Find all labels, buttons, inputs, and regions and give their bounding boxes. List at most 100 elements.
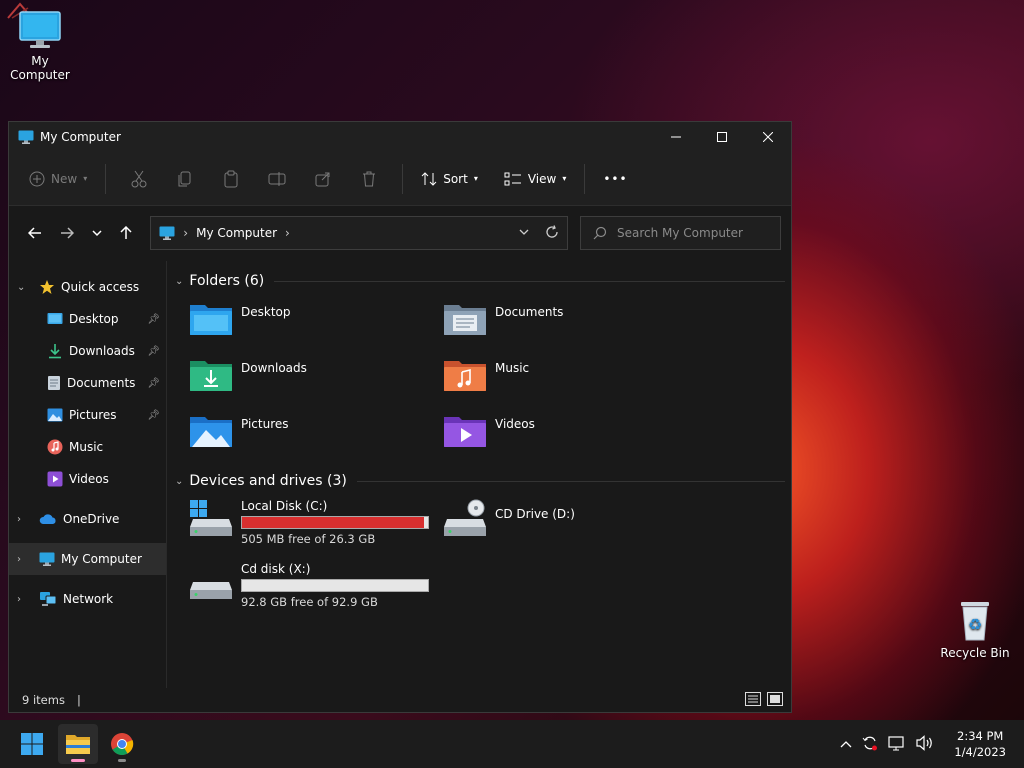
sync-status-button[interactable] (862, 735, 878, 754)
back-button[interactable] (19, 226, 51, 240)
chevron-down-icon[interactable]: ⌄ (175, 276, 183, 287)
breadcrumb-separator-icon[interactable]: › (183, 226, 188, 240)
more-options-button[interactable]: ••• (595, 162, 635, 196)
pin-icon[interactable]: 📌︎ (147, 314, 160, 325)
folder-desktop[interactable]: Desktop (189, 301, 443, 347)
title-bar[interactable]: My Computer (9, 122, 791, 152)
sidebar-item-onedrive[interactable]: › OneDrive (9, 503, 166, 535)
address-bar[interactable]: › My Computer › (150, 216, 568, 250)
folder-documents[interactable]: Documents (443, 301, 697, 347)
sidebar-item-label: Pictures (69, 408, 117, 422)
drives-group-header[interactable]: ⌄ Devices and drives (3) (175, 469, 785, 493)
paste-button[interactable] (208, 170, 254, 188)
group-divider (356, 480, 785, 482)
desktop-icon-recycle-bin[interactable]: ♻ Recycle Bin (935, 598, 1015, 660)
close-button[interactable] (745, 122, 791, 152)
up-button[interactable] (110, 226, 142, 240)
chevron-down-icon: ▾ (562, 174, 567, 183)
sidebar-item-downloads[interactable]: Downloads 📌︎ (9, 335, 166, 367)
drive-label: CD Drive (D:) (495, 507, 575, 521)
trash-icon (363, 171, 376, 186)
new-button[interactable]: New ▾ (21, 162, 95, 196)
sidebar-item-music[interactable]: Music (9, 431, 166, 463)
sidebar-item-label: Network (63, 592, 114, 606)
details-view-button[interactable] (745, 691, 761, 709)
refresh-icon[interactable] (545, 224, 559, 242)
folders-group-header[interactable]: ⌄ Folders (6) (175, 269, 785, 293)
sidebar-item-label: OneDrive (63, 512, 120, 526)
folder-label: Videos (495, 417, 535, 431)
drive-cd-d[interactable]: CD Drive (D:) (443, 499, 697, 546)
drive-free-space: 505 MB free of 26.3 GB (241, 532, 376, 546)
view-button[interactable]: View ▾ (496, 162, 575, 196)
clock-button[interactable]: 2:34 PM 1/4/2023 (954, 728, 1006, 760)
drives-grid: Local Disk (C:) 505 MB free of 26.3 GB C… (175, 493, 785, 609)
close-icon (763, 132, 773, 142)
recent-locations-button[interactable] (83, 229, 111, 237)
delete-button[interactable] (346, 171, 392, 187)
forward-button[interactable] (51, 226, 83, 240)
rename-button[interactable] (254, 171, 300, 187)
sidebar-item-my-computer[interactable]: › My Computer (9, 543, 166, 575)
item-count: 9 items (22, 693, 65, 707)
pin-icon[interactable]: 📌︎ (147, 378, 160, 389)
drive-icon (190, 582, 232, 599)
maximize-button[interactable] (699, 122, 745, 152)
share-button[interactable] (300, 171, 346, 187)
group-title: Devices and drives (3) (189, 473, 347, 489)
view-list-icon (504, 172, 521, 185)
monitor-icon (159, 226, 175, 240)
sidebar-item-documents[interactable]: Documents 📌︎ (9, 367, 166, 399)
folder-videos[interactable]: Videos (443, 413, 697, 459)
start-button[interactable] (12, 724, 52, 764)
search-input[interactable] (616, 226, 767, 240)
taskbar-chrome[interactable] (102, 724, 142, 764)
sidebar-item-videos[interactable]: Videos (9, 463, 166, 495)
chevron-down-icon[interactable]: ⌄ (175, 476, 183, 487)
maximize-icon (717, 132, 727, 142)
chevron-down-icon: ▾ (473, 174, 478, 183)
pin-icon[interactable]: 📌︎ (147, 346, 160, 357)
taskbar-file-explorer[interactable] (58, 724, 98, 764)
address-history-chevron-icon[interactable] (519, 225, 529, 242)
clock-time: 2:34 PM (957, 729, 1004, 743)
copy-button[interactable] (162, 170, 208, 188)
chevron-right-icon[interactable]: › (17, 554, 31, 565)
navigation-bar: › My Computer › (9, 206, 791, 260)
search-box[interactable] (579, 216, 781, 250)
folder-pictures[interactable]: Pictures (189, 413, 443, 459)
breadcrumb-separator-icon[interactable]: › (285, 226, 290, 240)
monitor-icon (18, 130, 34, 144)
sidebar-item-network[interactable]: › Network (9, 583, 166, 615)
folder-music[interactable]: Music (443, 357, 697, 403)
sidebar-item-quick-access[interactable]: ⌄ Quick access (9, 271, 166, 303)
chevron-right-icon[interactable]: › (17, 594, 31, 605)
folder-label: Downloads (241, 361, 307, 375)
large-icons-view-button[interactable] (767, 691, 783, 709)
drive-local-disk-c[interactable]: Local Disk (C:) 505 MB free of 26.3 GB (189, 499, 443, 546)
cloud-icon (39, 513, 57, 525)
chevron-right-icon[interactable]: › (17, 514, 31, 525)
breadcrumb-my-computer[interactable]: My Computer (196, 226, 277, 240)
toolbar-divider (584, 163, 586, 194)
desktop-icon-label: Recycle Bin (940, 646, 1010, 660)
sort-button[interactable]: Sort ▾ (413, 162, 486, 196)
folder-downloads[interactable]: Downloads (189, 357, 443, 403)
chevron-down-icon[interactable]: ⌄ (17, 282, 31, 293)
taskbar: 2:34 PM 1/4/2023 (0, 720, 1024, 768)
minimize-button[interactable] (653, 122, 699, 152)
sidebar-item-pictures[interactable]: Pictures 📌︎ (9, 399, 166, 431)
network-status-button[interactable] (888, 735, 906, 754)
sidebar-item-desktop[interactable]: Desktop 📌︎ (9, 303, 166, 335)
show-hidden-icons-button[interactable] (840, 737, 852, 751)
rename-icon (268, 171, 286, 186)
pin-icon[interactable]: 📌︎ (147, 410, 160, 421)
cut-button[interactable] (116, 170, 162, 188)
share-icon (315, 172, 330, 186)
system-tray: 2:34 PM 1/4/2023 (840, 728, 1006, 760)
desktop-icon-my-computer[interactable]: My Computer (0, 10, 80, 82)
volume-button[interactable] (916, 734, 934, 754)
chevron-down-icon: ▾ (83, 174, 88, 183)
drive-cd-disk-x[interactable]: Cd disk (X:) 92.8 GB free of 92.9 GB (189, 562, 443, 609)
